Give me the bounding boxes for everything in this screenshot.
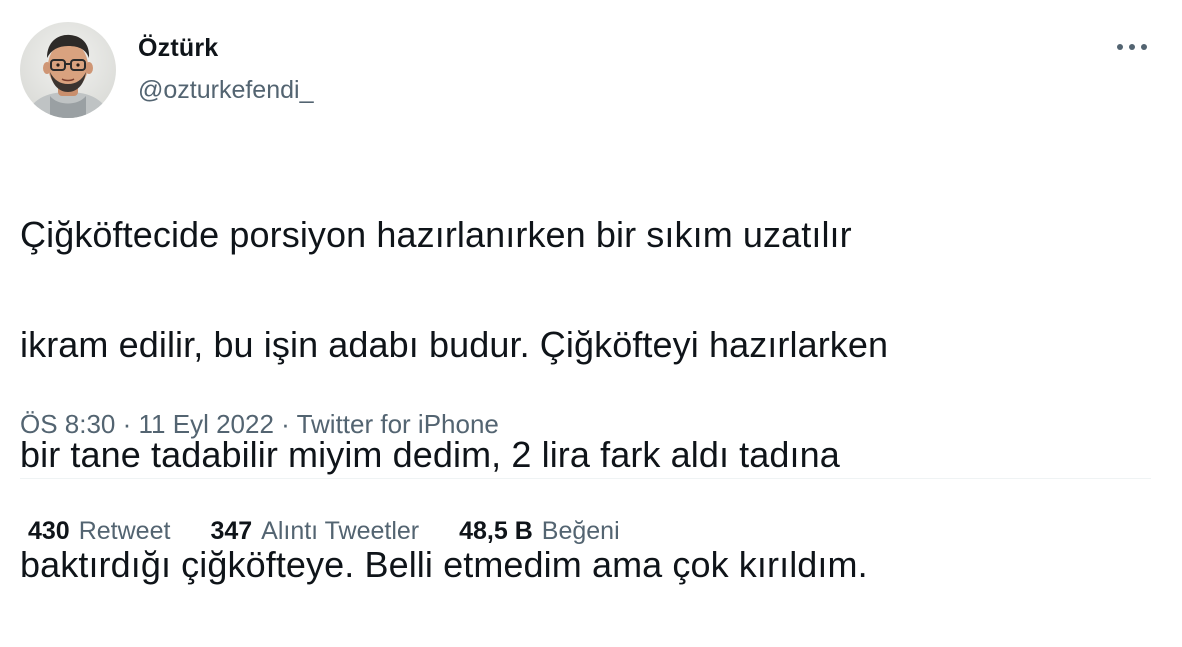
retweets-label: Retweet [78,517,171,545]
tweet-date[interactable]: 11 Eyl 2022 [139,409,274,439]
divider [20,478,1151,479]
quote-tweets-stat[interactable]: 347 Alıntı Tweetler [210,517,419,546]
tweet-card: Öztürk @ozturkefendi_ Çiğköftecide porsi… [0,0,1182,585]
retweets-count: 430 [28,517,70,545]
avatar-photo [20,22,116,118]
likes-stat[interactable]: 48,5 B Beğeni [459,517,620,546]
tweet-source[interactable]: Twitter for iPhone [297,409,499,439]
more-horizontal-icon [1117,44,1147,50]
tweet-stats: 430 Retweet 347 Alıntı Tweetler 48,5 B Beğe… [28,517,660,546]
display-name[interactable]: Öztürk [138,34,218,63]
tweet-text-line: ikram edilir, bu işin adabı budur. Çiğkö… [20,324,889,365]
avatar[interactable] [20,22,116,118]
meta-separator: · [273,409,297,439]
likes-label: Beğeni [541,517,620,545]
quote-tweets-label: Alıntı Tweetler [261,517,420,545]
tweet-text: Çiğköftecide porsiyon hazırlanırken bir … [20,152,1160,647]
meta-separator: · [115,409,139,439]
tweet-time[interactable]: ÖS 8:30 [20,409,115,439]
likes-count: 48,5 B [459,517,533,545]
quote-tweets-count: 347 [210,517,253,545]
tweet-text-line: Çiğköftecide porsiyon hazırlanırken bir … [20,214,852,255]
user-handle[interactable]: @ozturkefendi_ [138,76,313,105]
retweets-stat[interactable]: 430 Retweet [28,517,170,546]
more-options-button[interactable] [1108,32,1156,62]
tweet-meta: ÖS 8:30 · 11 Eyl 2022 · Twitter for iPho… [20,409,499,440]
